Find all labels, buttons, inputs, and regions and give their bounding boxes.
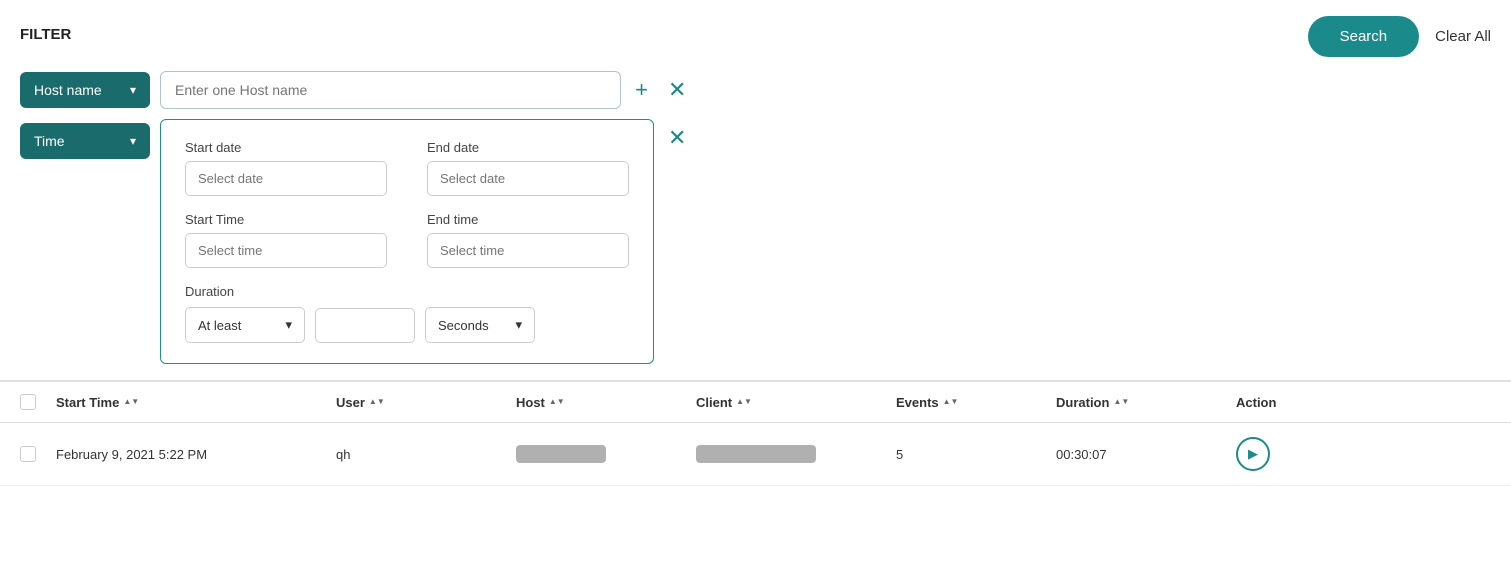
filter-rows: Host name ▾ + ✕ Time ▾ (20, 71, 690, 364)
table-header: Start Time ▲▼ User ▲▼ Host ▲▼ Client ▲▼ … (0, 381, 1511, 423)
select-all-checkbox[interactable] (20, 394, 36, 410)
time-row: Time ▾ Start date End date (20, 119, 690, 364)
row-start-time: February 9, 2021 5:22 PM (56, 447, 336, 462)
sort-arrows-host[interactable]: ▲▼ (549, 398, 565, 406)
th-action-label: Action (1236, 395, 1276, 410)
row-client (696, 445, 896, 463)
row-checkbox[interactable] (20, 446, 36, 462)
table-section: Start Time ▲▼ User ▲▼ Host ▲▼ Client ▲▼ … (0, 381, 1511, 486)
chevron-down-icon-time: ▾ (130, 134, 136, 148)
row-user: qh (336, 447, 516, 462)
play-button[interactable]: ▶ (1236, 437, 1270, 471)
table-row: February 9, 2021 5:22 PM qh 5 00:30:07 ▶ (0, 423, 1511, 486)
row-duration: 00:30:07 (1056, 447, 1236, 462)
start-time-input[interactable] (185, 233, 387, 268)
start-date-label: Start date (185, 140, 387, 155)
end-time-input[interactable] (427, 233, 629, 268)
end-time-group: End time (427, 212, 629, 268)
end-date-group: End date (427, 140, 629, 196)
th-start-time: Start Time ▲▼ (56, 394, 336, 410)
start-time-group: Start Time (185, 212, 387, 268)
host-name-row: Host name ▾ + ✕ (20, 71, 690, 109)
filter-label: FILTER (20, 26, 80, 43)
chevron-down-icon: ▾ (130, 83, 136, 97)
end-time-label: End time (427, 212, 629, 227)
clear-all-button[interactable]: Clear All (1435, 28, 1491, 45)
th-client: Client ▲▼ (696, 394, 896, 410)
row-events: 5 (896, 447, 1056, 462)
th-duration-label: Duration (1056, 395, 1109, 410)
add-filter-button[interactable]: + (631, 75, 652, 105)
th-host-label: Host (516, 395, 545, 410)
time-panel: Start date End date Start Time (160, 119, 654, 364)
row-action: ▶ (1236, 437, 1356, 471)
sort-arrows-user[interactable]: ▲▼ (369, 398, 385, 406)
sort-arrows-start-time[interactable]: ▲▼ (123, 398, 139, 406)
row-host (516, 445, 696, 463)
start-date-group: Start date (185, 140, 387, 196)
th-host: Host ▲▼ (516, 394, 696, 410)
sort-arrows-duration[interactable]: ▲▼ (1113, 398, 1129, 406)
end-date-input[interactable] (427, 161, 629, 196)
end-date-label: End date (427, 140, 629, 155)
time-label: Time (34, 133, 65, 149)
time-dropdown[interactable]: Time ▾ (20, 123, 150, 159)
th-events-label: Events (896, 395, 939, 410)
host-name-dropdown[interactable]: Host name ▾ (20, 72, 150, 108)
host-name-input[interactable] (160, 71, 621, 109)
th-client-label: Client (696, 395, 732, 410)
th-duration: Duration ▲▼ (1056, 394, 1236, 410)
header-actions: Search Clear All (1308, 16, 1491, 57)
th-user-label: User (336, 395, 365, 410)
sort-arrows-events[interactable]: ▲▼ (943, 398, 959, 406)
remove-host-filter-button[interactable]: ✕ (664, 75, 690, 105)
th-checkbox (20, 394, 56, 410)
search-button[interactable]: Search (1308, 16, 1420, 57)
chevron-down-icon-seconds: ▾ (515, 317, 522, 333)
th-start-time-label: Start Time (56, 395, 119, 410)
duration-row: Duration At least ▾ Seconds ▾ (185, 284, 629, 343)
remove-time-filter-button[interactable]: ✕ (664, 123, 690, 153)
th-events: Events ▲▼ (896, 394, 1056, 410)
chevron-down-icon-atleast: ▾ (285, 317, 292, 333)
sort-arrows-client[interactable]: ▲▼ (736, 398, 752, 406)
duration-label: Duration (185, 284, 629, 299)
th-user: User ▲▼ (336, 394, 516, 410)
seconds-dropdown[interactable]: Seconds ▾ (425, 307, 535, 343)
start-time-label: Start Time (185, 212, 387, 227)
at-least-dropdown[interactable]: At least ▾ (185, 307, 305, 343)
play-icon: ▶ (1248, 446, 1258, 462)
host-name-label: Host name (34, 82, 102, 98)
at-least-label: At least (198, 318, 241, 333)
row-checkbox-cell (20, 446, 56, 462)
seconds-label: Seconds (438, 318, 489, 333)
client-placeholder (696, 445, 816, 463)
host-placeholder (516, 445, 606, 463)
start-date-input[interactable] (185, 161, 387, 196)
duration-number-input[interactable] (315, 308, 415, 343)
th-action: Action (1236, 394, 1356, 410)
